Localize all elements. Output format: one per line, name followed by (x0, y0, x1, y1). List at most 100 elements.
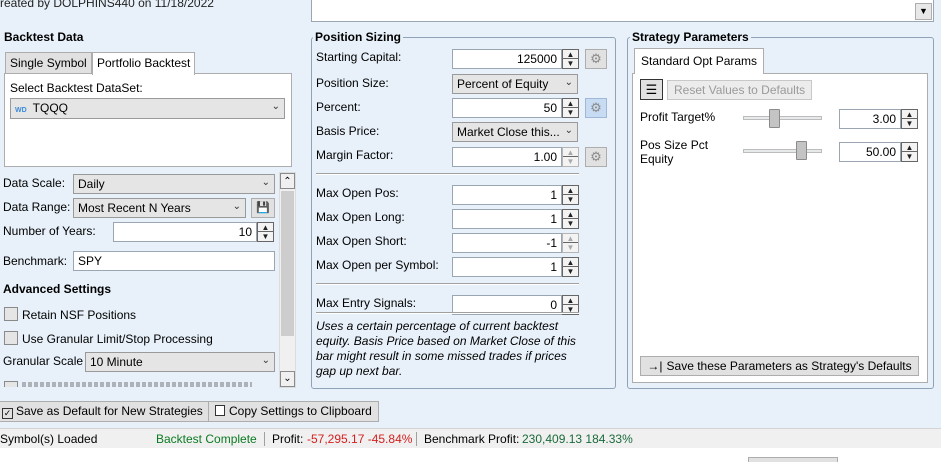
profit-label: Profit: (272, 432, 304, 446)
param-adjust-button[interactable]: ☰ (640, 79, 663, 100)
percent-gear-button[interactable]: ⚙ (585, 98, 607, 118)
profit-target-slider-thumb[interactable] (769, 109, 780, 128)
num-years-label: Number of Years: (3, 224, 96, 238)
num-years-stepper[interactable]: ▲ ▼ (257, 222, 274, 242)
save-parameters-button[interactable]: →| Save these Parameters as Strategy's De… (640, 356, 919, 376)
max-open-long-stepper[interactable]: ▲ ▼ (562, 209, 579, 229)
backtest-data-title: Backtest Data (2, 30, 86, 44)
up-arrow-icon[interactable]: ▲ (563, 234, 578, 243)
save-default-button[interactable]: ✓ Save as Default for New Strategies (0, 401, 210, 422)
tab-standard-opt-params[interactable]: Standard Opt Params (634, 48, 765, 74)
profit-target-slider-track[interactable] (743, 116, 822, 120)
tab-single-symbol[interactable]: Single Symbol (5, 52, 92, 73)
copy-settings-label: Copy Settings to Clipboard (229, 404, 372, 418)
profit-target-stepper[interactable]: ▲ ▼ (901, 109, 918, 129)
dataset-combo[interactable]: WD TQQQ ⌄ (10, 98, 285, 119)
status-bar: Symbol(s) Loaded Backtest Complete Profi… (0, 428, 941, 448)
profit-value: -57,295.17 -45.84% (307, 432, 413, 446)
chevron-down-icon: ⌄ (564, 125, 573, 136)
down-arrow-icon[interactable]: ▼ (902, 119, 917, 128)
max-open-pos-label: Max Open Pos: (316, 186, 399, 200)
description-textbox-top[interactable] (311, 0, 934, 22)
scroll-up-button[interactable]: ⌃ (280, 173, 295, 189)
up-arrow-icon[interactable]: ▲ (902, 110, 917, 119)
max-open-per-symbol-stepper[interactable]: ▲ ▼ (562, 257, 579, 277)
chevron-down-icon: ⌄ (271, 101, 280, 112)
chevron-down-icon: ⌄ (232, 201, 241, 212)
clipped-checkbox[interactable] (4, 381, 18, 387)
save-range-button[interactable]: 💾 (251, 198, 275, 218)
down-arrow-icon[interactable]: ▼ (563, 219, 578, 228)
max-open-short-stepper[interactable]: ▲ ▼ (562, 233, 579, 253)
max-open-pos-stepper[interactable]: ▲ ▼ (562, 185, 579, 205)
up-arrow-icon[interactable]: ▲ (902, 143, 917, 152)
clipped-option-text (22, 382, 252, 387)
down-arrow-icon[interactable]: ▼ (563, 267, 578, 276)
scroll-thumb[interactable] (281, 191, 294, 336)
pos-size-input[interactable]: 50.00 (839, 142, 901, 162)
tab-portfolio-backtest[interactable]: Portfolio Backtest (92, 52, 196, 75)
max-open-short-label: Max Open Short: (316, 234, 407, 248)
reset-values-button[interactable]: Reset Values to Defaults (667, 80, 813, 100)
basis-price-combo[interactable]: Market Close this... ⌄ (452, 122, 578, 142)
retain-nsf-checkbox[interactable] (4, 307, 18, 321)
up-arrow-icon[interactable]: ▲ (563, 50, 578, 59)
margin-factor-input[interactable]: 1.00 (452, 147, 562, 167)
up-arrow-icon[interactable]: ▲ (563, 148, 578, 157)
profit-target-input[interactable]: 3.00 (839, 109, 901, 129)
down-arrow-icon[interactable]: ▼ (563, 195, 578, 204)
retain-nsf-label: Retain NSF Positions (22, 308, 137, 322)
pos-size-stepper[interactable]: ▲ ▼ (901, 142, 918, 162)
pos-size-slider-track[interactable] (743, 149, 822, 153)
save-parameters-label: Save these Parameters as Strategy's Defa… (666, 359, 912, 373)
up-arrow-icon[interactable]: ▲ (563, 258, 578, 267)
granular-processing-checkbox[interactable] (4, 331, 18, 345)
basis-price-value: Market Close this... (457, 125, 560, 139)
up-arrow-icon[interactable]: ▲ (563, 186, 578, 195)
scroll-down-button[interactable]: ⌄ (280, 371, 295, 387)
description-scroll-down-button[interactable]: ▼ (915, 3, 932, 20)
position-sizing-divider-1 (316, 173, 579, 175)
down-arrow-icon[interactable]: ▼ (563, 108, 578, 117)
up-arrow-icon[interactable]: ▲ (563, 296, 578, 305)
starting-capital-stepper[interactable]: ▲ ▼ (562, 49, 579, 69)
up-arrow-icon[interactable]: ▲ (563, 210, 578, 219)
chevron-down-icon: ⌄ (261, 355, 270, 366)
granular-scale-combo[interactable]: 10 Minute ⌄ (85, 352, 275, 372)
up-arrow-icon[interactable]: ▲ (563, 99, 578, 108)
data-range-combo[interactable]: Most Recent N Years ⌄ (73, 198, 246, 218)
percent-stepper[interactable]: ▲ ▼ (562, 98, 579, 118)
position-sizing-title: Position Sizing (313, 30, 403, 44)
pos-size-slider-thumb[interactable] (796, 141, 807, 160)
margin-factor-gear-button[interactable]: ⚙ (585, 147, 607, 167)
copy-settings-button[interactable]: Copy Settings to Clipboard (208, 401, 379, 422)
data-scale-combo[interactable]: Daily ⌄ (73, 174, 275, 194)
down-arrow-icon[interactable]: ▼ (258, 232, 273, 241)
max-open-per-symbol-input[interactable]: 1 (452, 257, 562, 277)
gear-icon: ⚙ (590, 149, 602, 164)
max-open-pos-input[interactable]: 1 (452, 185, 562, 205)
down-arrow-icon[interactable]: ▼ (563, 157, 578, 166)
num-years-input[interactable]: 10 (113, 222, 257, 242)
strategy-parameters-title: Strategy Parameters (630, 30, 751, 44)
down-arrow-icon[interactable]: ▼ (902, 152, 917, 161)
down-arrow-icon[interactable]: ▼ (563, 59, 578, 68)
up-arrow-icon[interactable]: ▲ (258, 223, 273, 232)
clipboard-icon (215, 405, 225, 416)
advanced-settings-title: Advanced Settings (3, 282, 112, 296)
down-arrow-icon[interactable]: ▼ (563, 243, 578, 252)
max-open-long-input[interactable]: 1 (452, 209, 562, 229)
clipped-bottom-control[interactable] (748, 457, 838, 462)
percent-input[interactable]: 50 (452, 98, 562, 118)
chevron-down-icon: ⌄ (564, 77, 573, 88)
dataset-label: Select Backtest DataSet: (10, 81, 143, 95)
starting-capital-input[interactable]: 125000 (452, 49, 562, 69)
starting-capital-gear-button[interactable]: ⚙ (585, 49, 607, 69)
checkbox-checked-icon: ✓ (2, 408, 13, 419)
position-size-combo[interactable]: Percent of Equity ⌄ (452, 74, 578, 94)
benchmark-input[interactable]: SPY (73, 251, 275, 271)
margin-factor-label: Margin Factor: (316, 148, 394, 162)
margin-factor-stepper[interactable]: ▲ ▼ (562, 147, 579, 167)
max-open-short-input[interactable]: -1 (452, 233, 562, 253)
backtest-scrollbar[interactable]: ⌃ ⌄ (279, 172, 296, 388)
